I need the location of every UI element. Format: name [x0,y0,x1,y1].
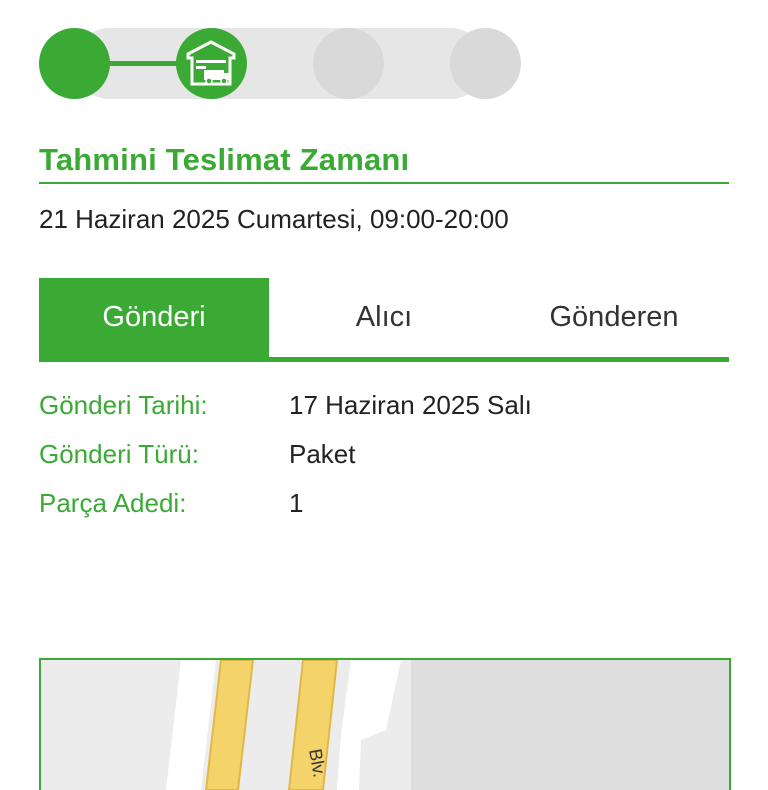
map-canvas[interactable]: Blv. [41,660,729,790]
detail-row: Gönderi Türü: Paket [39,439,729,488]
tab-underline [39,357,729,362]
tab-alici[interactable]: Alıcı [269,278,499,357]
tab-gonderen[interactable]: Gönderen [499,278,729,357]
shipment-type-label: Gönderi Türü: [39,439,199,469]
shipment-date-value: 17 Haziran 2025 Salı [289,390,532,420]
detail-row: Parça Adedi: 1 [39,488,729,537]
step-1-circle [39,28,110,99]
step-2-circle [176,28,247,99]
step-4-circle [450,28,521,99]
piece-count-label: Parça Adedi: [39,488,187,518]
shipment-type-value: Paket [289,439,356,469]
shipment-details: Gönderi Tarihi: 17 Haziran 2025 Salı Gön… [39,390,729,537]
step-3-circle [313,28,384,99]
map-view[interactable]: Blv. [39,658,731,790]
detail-row: Gönderi Tarihi: 17 Haziran 2025 Salı [39,390,729,439]
progress-tracker [39,28,521,99]
shipment-date-label: Gönderi Tarihi: [39,390,208,420]
estimated-delivery-time: 21 Haziran 2025 Cumartesi, 09:00-20:00 [39,204,509,234]
piece-count-value: 1 [289,488,304,518]
section-title: Tahmini Teslimat Zamanı [39,142,410,177]
tab-bar: Gönderi Alıcı Gönderen [39,278,729,362]
title-divider [39,182,729,184]
warehouse-truck-icon [186,40,236,86]
tab-gonderi[interactable]: Gönderi [39,278,269,357]
